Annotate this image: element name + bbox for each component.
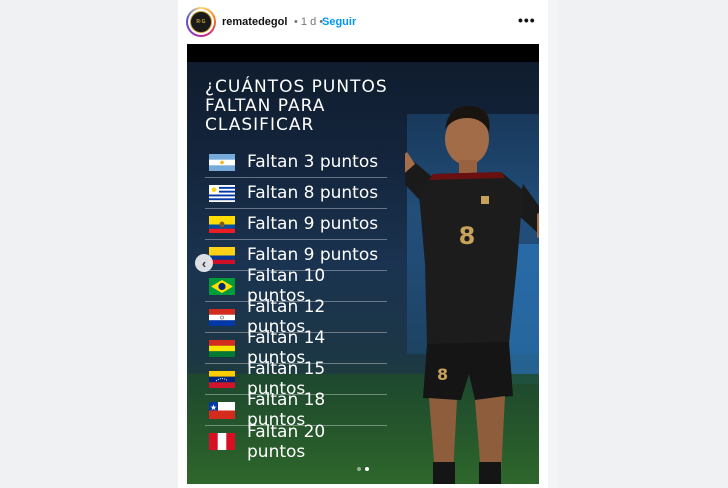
paraguay-flag-icon xyxy=(209,308,235,326)
carousel-indicator xyxy=(357,467,369,471)
list-item: Faltan 9 puntos xyxy=(205,209,387,240)
post-image: 8 8 ¿CUÁNTOS PUNTOS FALTAN PARA CLASIFIC… xyxy=(187,44,539,484)
title-line: FALTAN PARA xyxy=(205,96,326,116)
username[interactable]: rematedegol xyxy=(222,16,287,28)
post-card: R·G rematedegol • 1 d • Seguir ••• 8 8 ¿… xyxy=(178,0,548,488)
follow-button[interactable]: Seguir xyxy=(322,16,356,28)
brazil-flag-icon xyxy=(209,277,235,295)
previous-slide-button[interactable]: ‹ xyxy=(195,254,213,272)
row-label: Faltan 9 puntos xyxy=(247,214,379,234)
row-label: Faltan 8 puntos xyxy=(247,183,379,203)
carousel-dot xyxy=(357,467,361,471)
carousel-dot-active xyxy=(365,467,369,471)
bolivia-flag-icon xyxy=(209,339,235,357)
avatar[interactable]: R·G xyxy=(186,7,216,37)
post-header: R·G rematedegol • 1 d • Seguir ••• xyxy=(178,0,548,44)
row-label: Faltan 3 puntos xyxy=(247,152,379,172)
peru-flag-icon xyxy=(209,433,235,450)
venezuela-flag-icon xyxy=(209,370,235,388)
logo-icon: R·G xyxy=(190,11,212,33)
post-time: • 1 d • xyxy=(294,16,324,28)
title-line: CLASIFICAR xyxy=(205,115,315,135)
jersey-number: 8 xyxy=(459,222,476,250)
chile-flag-icon xyxy=(209,401,235,419)
right-background xyxy=(558,0,728,488)
uruguay-flag-icon xyxy=(209,184,235,202)
player-image: 8 8 xyxy=(405,105,539,484)
svg-text:8: 8 xyxy=(437,365,448,384)
ecuador-flag-icon xyxy=(209,215,235,233)
title-line: ¿CUÁNTOS PUNTOS xyxy=(205,77,388,97)
left-background xyxy=(0,0,180,488)
list-item: Faltan 3 puntos xyxy=(205,147,387,178)
list-item: Faltan 20 puntos xyxy=(205,422,387,462)
more-horizontal-icon[interactable]: ••• xyxy=(518,12,536,28)
row-label: Faltan 9 puntos xyxy=(247,245,379,265)
chevron-left-icon: ‹ xyxy=(201,255,207,271)
list-item: Faltan 8 puntos xyxy=(205,178,387,209)
points-list: Faltan 3 puntos Faltan 8 puntos Faltan 9… xyxy=(205,147,387,462)
graphic-title: ¿CUÁNTOS PUNTOS FALTAN PARA CLASIFICAR xyxy=(205,78,388,135)
argentina-flag-icon xyxy=(209,153,235,171)
row-label: Faltan 20 puntos xyxy=(247,421,326,462)
